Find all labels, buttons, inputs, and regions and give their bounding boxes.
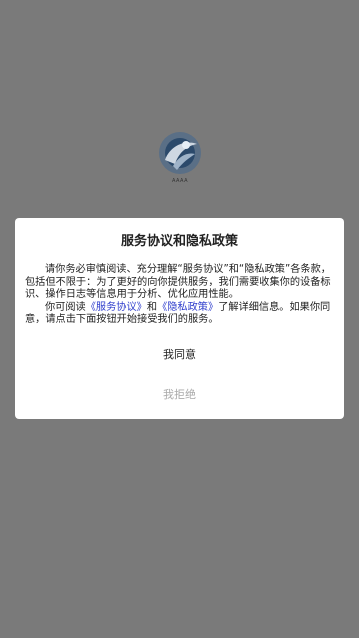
privacy-policy-link[interactable]: 《隐私政策》 (157, 302, 218, 313)
reject-button[interactable]: 我拒绝 (15, 386, 344, 402)
consent-paragraph: 请你务必审慎阅读、充分理解“服务协议”和“隐私政策”各条款，包括但不限于：为了更… (25, 264, 331, 301)
app-logo: AAAA (155, 130, 205, 190)
agree-button[interactable]: 我同意 (15, 346, 344, 362)
dialog-title: 服务协议和隐私政策 (120, 234, 238, 249)
read-policy-paragraph: 你可阅读《服务协议》和《隐私政策》了解详细信息。如果你同意，请点击下面按钮开始接… (25, 302, 334, 327)
logo-emblem-icon (159, 132, 201, 174)
read-prefix: 你可阅读 (45, 301, 86, 313)
logo-caption: AAAA (171, 178, 189, 184)
consent-dialog: 服务协议和隐私政策 请你务必审慎阅读、充分理解“服务协议”和“隐私政策”各条款，… (15, 218, 344, 419)
dialog-body: 请你务必审慎阅读、充分理解“服务协议”和“隐私政策”各条款，包括但不限于：为了更… (25, 264, 334, 327)
service-agreement-link[interactable]: 《服务协议》 (86, 302, 147, 313)
and-text: 和 (146, 301, 158, 313)
